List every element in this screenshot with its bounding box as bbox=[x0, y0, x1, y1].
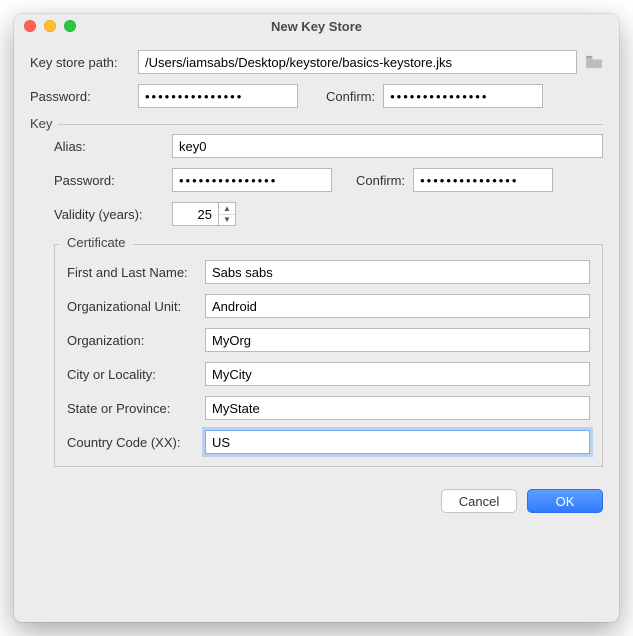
password-input[interactable] bbox=[138, 84, 298, 108]
cert-row: Organization: bbox=[67, 328, 590, 352]
dialog-window: New Key Store Key store path: Password: … bbox=[14, 14, 619, 622]
cert-field-label: Organizational Unit: bbox=[67, 299, 197, 314]
close-icon[interactable] bbox=[24, 20, 36, 32]
alias-label: Alias: bbox=[54, 139, 164, 154]
password-row: Password: Confirm: bbox=[30, 84, 603, 108]
certificate-group-label: Certificate bbox=[63, 235, 130, 250]
stepper-up-icon[interactable]: ▲ bbox=[219, 203, 235, 215]
cert-field-label: Country Code (XX): bbox=[67, 435, 197, 450]
ok-button[interactable]: OK bbox=[527, 489, 603, 513]
window-controls bbox=[24, 20, 76, 32]
validity-row: Validity (years): ▲ ▼ bbox=[54, 202, 603, 226]
alias-row: Alias: bbox=[54, 134, 603, 158]
browse-folder-icon[interactable] bbox=[585, 55, 603, 69]
cert-row: Country Code (XX): bbox=[67, 430, 590, 454]
cert-field-label: Organization: bbox=[67, 333, 197, 348]
dialog-buttons: Cancel OK bbox=[14, 481, 619, 513]
cancel-button[interactable]: Cancel bbox=[441, 489, 517, 513]
key-confirm-input[interactable] bbox=[413, 168, 553, 192]
cert-field-input[interactable] bbox=[205, 294, 590, 318]
cert-field-input[interactable] bbox=[205, 396, 590, 420]
cert-field-input[interactable] bbox=[205, 260, 590, 284]
alias-input[interactable] bbox=[172, 134, 603, 158]
validity-label: Validity (years): bbox=[54, 207, 164, 222]
validity-input[interactable] bbox=[172, 202, 218, 226]
confirm-password-input[interactable] bbox=[383, 84, 543, 108]
cert-row: Organizational Unit: bbox=[67, 294, 590, 318]
key-password-row: Password: Confirm: bbox=[54, 168, 603, 192]
cert-field-input[interactable] bbox=[205, 328, 590, 352]
key-password-input[interactable] bbox=[172, 168, 332, 192]
titlebar: New Key Store bbox=[14, 14, 619, 38]
window-title: New Key Store bbox=[22, 19, 611, 34]
cert-field-label: First and Last Name: bbox=[67, 265, 197, 280]
cert-row: First and Last Name: bbox=[67, 260, 590, 284]
cert-field-label: City or Locality: bbox=[67, 367, 197, 382]
key-group-line bbox=[58, 124, 603, 125]
cert-row: City or Locality: bbox=[67, 362, 590, 386]
cert-field-label: State or Province: bbox=[67, 401, 197, 416]
key-group: Key Alias: Password: Confirm: Validity (… bbox=[30, 124, 603, 467]
cert-row: State or Province: bbox=[67, 396, 590, 420]
key-group-label: Key bbox=[30, 116, 56, 131]
minimize-icon[interactable] bbox=[44, 20, 56, 32]
key-password-label: Password: bbox=[54, 173, 164, 188]
keystore-path-input[interactable] bbox=[138, 50, 577, 74]
key-confirm-label: Confirm: bbox=[356, 173, 405, 188]
stepper-down-icon[interactable]: ▼ bbox=[219, 215, 235, 226]
certificate-group: Certificate First and Last Name:Organiza… bbox=[54, 244, 603, 467]
keystore-path-row: Key store path: bbox=[30, 50, 603, 74]
password-label: Password: bbox=[30, 89, 130, 104]
zoom-icon[interactable] bbox=[64, 20, 76, 32]
cert-field-input[interactable] bbox=[205, 430, 590, 454]
confirm-password-label: Confirm: bbox=[326, 89, 375, 104]
cert-field-input[interactable] bbox=[205, 362, 590, 386]
stepper-buttons: ▲ ▼ bbox=[218, 202, 236, 226]
validity-stepper[interactable]: ▲ ▼ bbox=[172, 202, 236, 226]
keystore-path-label: Key store path: bbox=[30, 55, 130, 70]
dialog-content: Key store path: Password: Confirm: Key A… bbox=[14, 38, 619, 481]
